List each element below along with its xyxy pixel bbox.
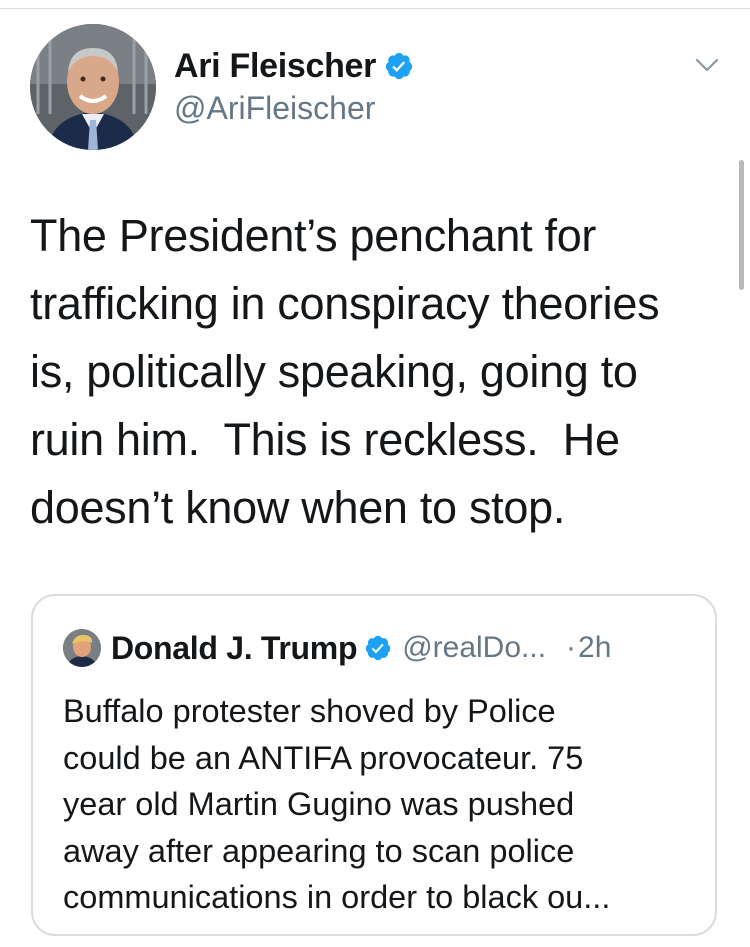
- profile-photo-icon: [30, 24, 156, 150]
- quoted-separator: ·: [566, 631, 577, 664]
- tweet-text: The President’s penchant for trafficking…: [30, 210, 660, 533]
- author-display-name[interactable]: Ari Fleischer: [174, 47, 376, 86]
- author-avatar[interactable]: [30, 24, 156, 150]
- verified-badge-icon: [384, 51, 414, 81]
- scrollbar[interactable]: [739, 160, 744, 290]
- tweet-header: Ari Fleischer @AriFleischer: [30, 24, 730, 154]
- author-name-row: Ari Fleischer: [174, 44, 414, 88]
- author-info[interactable]: Ari Fleischer @AriFleischer: [174, 44, 414, 127]
- top-divider: [0, 8, 750, 9]
- quoted-timestamp[interactable]: 2h: [578, 631, 611, 665]
- chevron-down-icon[interactable]: [694, 52, 720, 78]
- author-handle[interactable]: @AriFleischer: [174, 90, 414, 127]
- quoted-verified-badge-icon: [364, 634, 392, 662]
- quoted-tweet-text: Buffalo protester shoved by Police could…: [63, 693, 611, 915]
- quoted-author-avatar[interactable]: [63, 629, 101, 667]
- quoted-author-handle[interactable]: @realDo...: [402, 631, 546, 665]
- quoted-tweet-card[interactable]: Donald J. Trump @realDo... · 2h Buffalo …: [31, 594, 717, 936]
- quoted-profile-photo-icon: [63, 629, 101, 667]
- tweet-detail-view: Ari Fleischer @AriFleischer The Presiden…: [0, 0, 750, 947]
- quoted-author-name[interactable]: Donald J. Trump: [111, 630, 358, 667]
- quoted-tweet-header: Donald J. Trump @realDo... · 2h: [63, 626, 611, 670]
